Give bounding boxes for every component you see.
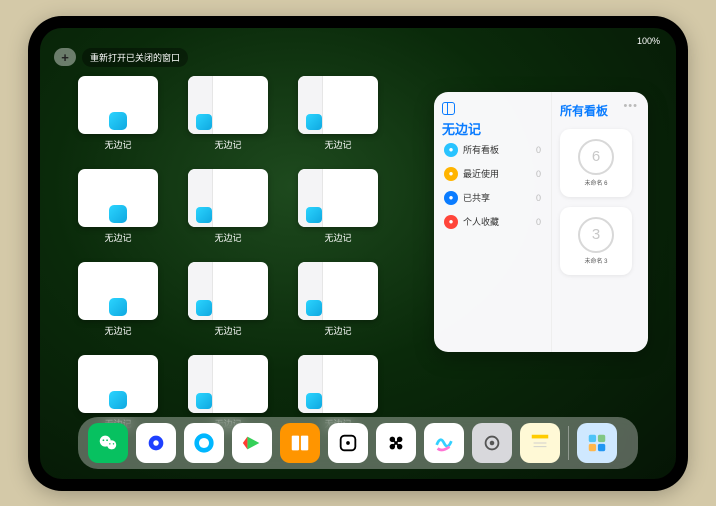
- window-label: 无边记: [324, 324, 351, 337]
- menu-label: 最近使用: [463, 167, 536, 180]
- window-label: 无边记: [104, 324, 131, 337]
- window-thumb[interactable]: 无边记: [188, 262, 268, 337]
- panel-left: 无边记 ● 所有看板 0● 最近使用 0● 已共享 0● 个人收藏 0: [434, 92, 552, 352]
- window-preview[interactable]: [78, 355, 158, 413]
- dock-app-books[interactable]: [280, 423, 320, 463]
- sidebar-menu-item[interactable]: ● 所有看板 0: [442, 138, 543, 162]
- window-preview[interactable]: [298, 262, 378, 320]
- new-window-button[interactable]: +: [54, 48, 76, 66]
- more-icon[interactable]: •••: [623, 100, 638, 112]
- board-caption: 未命名 6: [584, 178, 607, 187]
- window-preview[interactable]: [298, 76, 378, 134]
- window-thumb[interactable]: 无边记: [188, 76, 268, 151]
- window-preview[interactable]: [78, 262, 158, 320]
- dock-app-browser2[interactable]: [184, 423, 224, 463]
- ipad-frame: 100% + 重新打开已关闭的窗口 无边记 无边记 无边记 无边记 无边记 无边…: [28, 16, 688, 491]
- sidebar-menu-item[interactable]: ● 已共享 0: [442, 186, 543, 210]
- window-preview[interactable]: [298, 169, 378, 227]
- status-right: 100%: [637, 36, 660, 46]
- menu-count: 0: [536, 169, 541, 179]
- board-sketch: 6: [578, 139, 614, 175]
- window-preview[interactable]: [78, 169, 158, 227]
- window-preview[interactable]: [188, 169, 268, 227]
- window-thumb[interactable]: 无边记: [298, 262, 378, 337]
- window-label: 无边记: [214, 324, 241, 337]
- menu-icon: ●: [444, 215, 458, 229]
- board-sketch: 3: [578, 217, 614, 253]
- menu-icon: ●: [444, 143, 458, 157]
- window-thumb[interactable]: 无边记: [78, 76, 158, 151]
- window-preview[interactable]: [188, 76, 268, 134]
- sidebar-menu-item[interactable]: ● 最近使用 0: [442, 162, 543, 186]
- window-label: 无边记: [104, 138, 131, 151]
- window-thumb[interactable]: 无边记: [78, 169, 158, 244]
- window-thumb[interactable]: 无边记: [298, 76, 378, 151]
- window-thumb[interactable]: 无边记: [188, 169, 268, 244]
- window-preview[interactable]: [188, 262, 268, 320]
- dock-app-freeform[interactable]: [424, 423, 464, 463]
- dock-recent-recents-group[interactable]: [577, 423, 617, 463]
- reopen-closed-window-button[interactable]: 重新打开已关闭的窗口: [82, 48, 188, 67]
- menu-count: 0: [536, 217, 541, 227]
- app-expose-grid: 无边记 无边记 无边记 无边记 无边记 无边记 无边记 无边记 无边记 无边记 …: [78, 76, 448, 430]
- sidebar-toggle-icon[interactable]: [442, 102, 455, 115]
- window-preview[interactable]: [78, 76, 158, 134]
- freeform-sidebar-panel: ••• 无边记 ● 所有看板 0● 最近使用 0● 已共享 0● 个人收藏 0 …: [434, 92, 648, 352]
- window-label: 无边记: [324, 138, 351, 151]
- panel-left-title: 无边记: [442, 119, 543, 138]
- menu-icon: ●: [444, 167, 458, 181]
- window-thumb[interactable]: 无边记: [78, 262, 158, 337]
- menu-label: 已共享: [463, 191, 536, 204]
- menu-label: 所有看板: [463, 143, 536, 156]
- sidebar-menu-item[interactable]: ● 个人收藏 0: [442, 210, 543, 234]
- window-thumb[interactable]: 无边记: [298, 169, 378, 244]
- menu-label: 个人收藏: [463, 215, 536, 228]
- dock-app-obsidian[interactable]: [376, 423, 416, 463]
- board-caption: 未命名 3: [584, 256, 607, 265]
- panel-right: 所有看板 6 未命名 6 3 未命名 3: [552, 92, 648, 352]
- dock-app-settings[interactable]: [472, 423, 512, 463]
- dock: [78, 417, 638, 469]
- screen: 100% + 重新打开已关闭的窗口 无边记 无边记 无边记 无边记 无边记 无边…: [40, 28, 676, 479]
- board-card[interactable]: 3 未命名 3: [560, 207, 632, 275]
- menu-count: 0: [536, 145, 541, 155]
- window-preview[interactable]: [188, 355, 268, 413]
- window-preview[interactable]: [298, 355, 378, 413]
- dock-separator: [568, 426, 569, 460]
- window-label: 无边记: [324, 231, 351, 244]
- menu-count: 0: [536, 193, 541, 203]
- board-card[interactable]: 6 未命名 6: [560, 129, 632, 197]
- dock-app-browser1[interactable]: [136, 423, 176, 463]
- window-label: 无边记: [104, 231, 131, 244]
- dock-app-dice[interactable]: [328, 423, 368, 463]
- window-label: 无边记: [214, 138, 241, 151]
- dock-app-wechat[interactable]: [88, 423, 128, 463]
- menu-icon: ●: [444, 191, 458, 205]
- dock-app-notes[interactable]: [520, 423, 560, 463]
- dock-app-media[interactable]: [232, 423, 272, 463]
- top-controls: + 重新打开已关闭的窗口: [54, 48, 188, 67]
- window-label: 无边记: [214, 231, 241, 244]
